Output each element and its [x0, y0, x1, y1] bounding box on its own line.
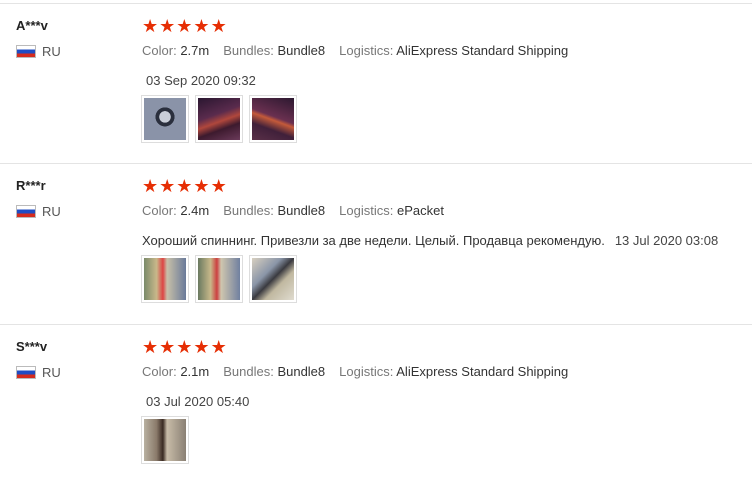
- star-rating: ★ ★ ★ ★ ★: [142, 177, 227, 195]
- reviewer-country: RU: [16, 204, 61, 219]
- logistics-value: AliExpress Standard Shipping: [396, 43, 569, 58]
- review-photos: [141, 95, 297, 143]
- star-icon: ★: [142, 337, 159, 357]
- star-icon: ★: [142, 16, 159, 36]
- color-label: Color:: [142, 364, 177, 379]
- star-icon: ★: [210, 176, 227, 196]
- bundles-value: Bundle8: [277, 203, 326, 218]
- star-icon: ★: [176, 176, 193, 196]
- country-code: RU: [42, 44, 61, 59]
- logistics-label: Logistics:: [339, 43, 394, 58]
- review-photo-thumbnail[interactable]: [249, 255, 297, 303]
- star-icon: ★: [142, 176, 159, 196]
- review-item: R***r RU ★ ★ ★ ★ ★ Color: 2.4m Bundles: …: [0, 164, 752, 324]
- review-photo-thumbnail[interactable]: [141, 416, 189, 464]
- star-icon: ★: [210, 16, 227, 36]
- logistics-label: Logistics:: [339, 203, 394, 218]
- star-rating: ★ ★ ★ ★ ★: [142, 17, 227, 35]
- bundles-label: Bundles:: [223, 43, 274, 58]
- review-meta: Хороший спиннинг. Привезли за две недели…: [142, 233, 718, 248]
- review-photos: [141, 416, 189, 464]
- color-value: 2.4m: [180, 203, 210, 218]
- review-date: 03 Jul 2020 05:40: [146, 394, 250, 409]
- order-attributes: Color: 2.7m Bundles: Bundle8 Logistics: …: [142, 43, 568, 58]
- color-value: 2.7m: [180, 43, 210, 58]
- review-meta: 03 Sep 2020 09:32: [142, 73, 256, 88]
- bundles-label: Bundles:: [223, 203, 274, 218]
- star-icon: ★: [176, 16, 193, 36]
- review-photo-thumbnail[interactable]: [195, 255, 243, 303]
- reviewer-name: R***r: [16, 178, 46, 193]
- star-icon: ★: [159, 337, 176, 357]
- logistics-value: AliExpress Standard Shipping: [396, 364, 569, 379]
- color-label: Color:: [142, 43, 177, 58]
- review-item: A***v RU ★ ★ ★ ★ ★ Color: 2.7m Bundles: …: [0, 4, 752, 164]
- reviewer-country: RU: [16, 44, 61, 59]
- country-code: RU: [42, 204, 61, 219]
- star-icon: ★: [159, 16, 176, 36]
- star-icon: ★: [193, 176, 210, 196]
- star-icon: ★: [193, 337, 210, 357]
- bundles-value: Bundle8: [277, 364, 326, 379]
- russia-flag-icon: [16, 205, 36, 218]
- review-photos: [141, 255, 297, 303]
- russia-flag-icon: [16, 366, 36, 379]
- review-text: Хороший спиннинг. Привезли за две недели…: [142, 233, 605, 248]
- review-photo-thumbnail[interactable]: [141, 255, 189, 303]
- review-date: 03 Sep 2020 09:32: [146, 73, 256, 88]
- bundles-value: Bundle8: [277, 43, 326, 58]
- star-icon: ★: [159, 176, 176, 196]
- order-attributes: Color: 2.1m Bundles: Bundle8 Logistics: …: [142, 364, 568, 379]
- star-rating: ★ ★ ★ ★ ★: [142, 338, 227, 356]
- review-photo-thumbnail[interactable]: [195, 95, 243, 143]
- bundles-label: Bundles:: [223, 364, 274, 379]
- review-meta: 03 Jul 2020 05:40: [142, 394, 249, 409]
- color-value: 2.1m: [180, 364, 210, 379]
- star-icon: ★: [193, 16, 210, 36]
- review-photo-thumbnail[interactable]: [141, 95, 189, 143]
- reviewer-name: S***v: [16, 339, 48, 354]
- review-photo-thumbnail[interactable]: [249, 95, 297, 143]
- country-code: RU: [42, 365, 61, 380]
- color-label: Color:: [142, 203, 177, 218]
- reviewer-name: A***v: [16, 18, 48, 33]
- star-icon: ★: [210, 337, 227, 357]
- russia-flag-icon: [16, 45, 36, 58]
- order-attributes: Color: 2.4m Bundles: Bundle8 Logistics: …: [142, 203, 444, 218]
- logistics-label: Logistics:: [339, 364, 394, 379]
- logistics-value: ePacket: [396, 203, 444, 218]
- star-icon: ★: [176, 337, 193, 357]
- review-item: S***v RU ★ ★ ★ ★ ★ Color: 2.1m Bundles: …: [0, 325, 752, 485]
- reviewer-country: RU: [16, 365, 61, 380]
- review-date: 13 Jul 2020 03:08: [614, 233, 719, 248]
